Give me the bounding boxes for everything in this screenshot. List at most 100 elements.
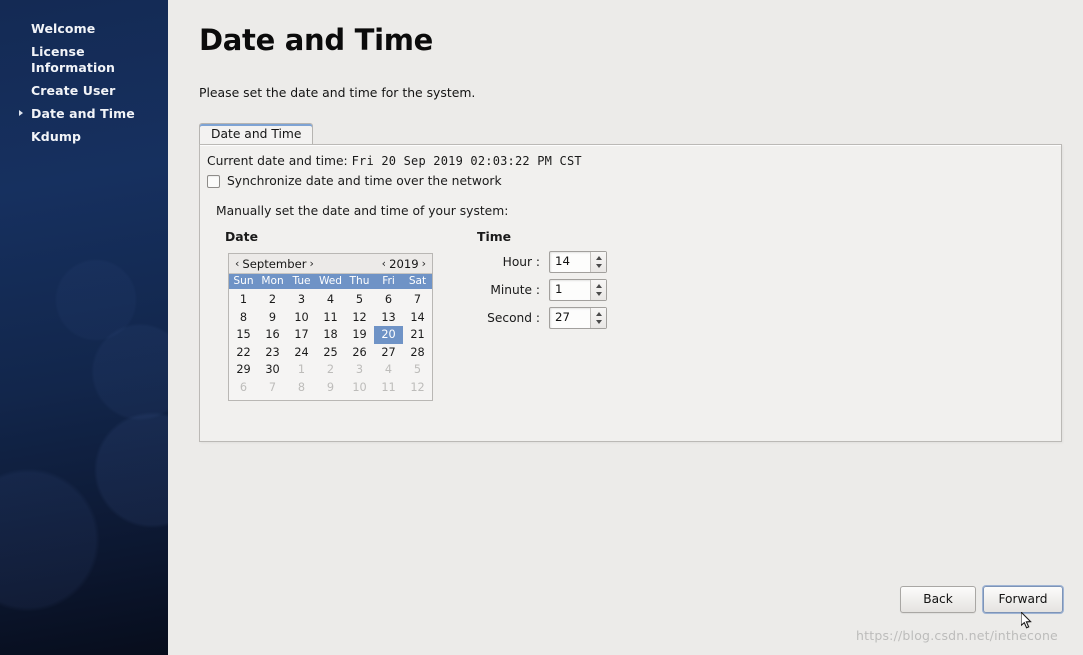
sidebar-item-label: Welcome: [31, 21, 96, 36]
calendar-day[interactable]: 22: [229, 344, 258, 362]
calendar-day[interactable]: 1: [287, 361, 316, 379]
sidebar-item-license-information[interactable]: License Information: [0, 43, 168, 77]
tab-date-and-time[interactable]: Date and Time: [199, 123, 314, 145]
calendar-day[interactable]: 9: [258, 309, 287, 327]
time-spinner-value[interactable]: 14: [550, 252, 590, 272]
calendar-day-selected[interactable]: 20: [374, 326, 403, 344]
calendar-day[interactable]: 29: [229, 361, 258, 379]
calendar-day[interactable]: 4: [316, 291, 345, 309]
current-date-time-label: Current date and time:: [207, 154, 348, 168]
tab-strip: Date and Time: [199, 123, 1062, 145]
calendar-day[interactable]: 28: [403, 344, 432, 362]
calendar-day[interactable]: 8: [229, 309, 258, 327]
main-content: Date and Time Please set the date and ti…: [170, 0, 1083, 655]
calendar-day[interactable]: 6: [374, 291, 403, 309]
time-spinner-value[interactable]: 27: [550, 308, 590, 328]
calendar-weekday: Sun: [233, 275, 254, 287]
calendar-day[interactable]: 11: [316, 309, 345, 327]
calendar-day[interactable]: 3: [345, 361, 374, 379]
time-spinner-value[interactable]: 1: [550, 280, 590, 300]
calendar-day[interactable]: 17: [287, 326, 316, 344]
date-time-panel: Current date and time: Fri 20 Sep 2019 0…: [199, 144, 1062, 442]
sidebar-item-kdump[interactable]: Kdump: [0, 128, 168, 146]
sync-network-label: Synchronize date and time over the netwo…: [227, 174, 502, 188]
calendar-day[interactable]: 10: [345, 379, 374, 397]
calendar-month-nav: ‹ September ›: [233, 257, 316, 271]
calendar-day[interactable]: 5: [403, 361, 432, 379]
chevron-up-icon[interactable]: [595, 312, 602, 316]
time-spinner-buttons[interactable]: [590, 308, 606, 328]
chevron-down-icon[interactable]: [595, 292, 602, 296]
next-month-icon[interactable]: ›: [308, 257, 316, 270]
prev-month-icon[interactable]: ‹: [233, 257, 241, 270]
current-date-time-value: Fri 20 Sep 2019 02:03:22 PM CST: [351, 154, 582, 168]
calendar-day[interactable]: 15: [229, 326, 258, 344]
calendar-day[interactable]: 13: [374, 309, 403, 327]
calendar-day[interactable]: 25: [316, 344, 345, 362]
calendar-day[interactable]: 11: [374, 379, 403, 397]
watermark-text: https://blog.csdn.net/inthecone: [856, 628, 1058, 643]
time-field-label: Minute :: [490, 283, 540, 297]
time-fields: Hour : 14 Minute : 1 Second : 27: [477, 251, 607, 335]
sidebar-item-label: Kdump: [31, 129, 82, 144]
sidebar-item-welcome[interactable]: Welcome: [0, 20, 168, 38]
chevron-up-icon[interactable]: [595, 256, 602, 260]
back-button[interactable]: Back: [900, 586, 976, 613]
calendar-day[interactable]: 27: [374, 344, 403, 362]
calendar-weekday: Thu: [349, 275, 370, 287]
calendar-day[interactable]: 2: [316, 361, 345, 379]
next-year-icon[interactable]: ›: [420, 257, 428, 270]
calendar-year-nav: ‹ 2019 ›: [380, 257, 428, 271]
calendar-day[interactable]: 12: [403, 379, 432, 397]
calendar-day[interactable]: 14: [403, 309, 432, 327]
calendar-day[interactable]: 7: [258, 379, 287, 397]
calendar-day[interactable]: 30: [258, 361, 287, 379]
calendar-day[interactable]: 4: [374, 361, 403, 379]
calendar-day[interactable]: 16: [258, 326, 287, 344]
calendar-widget[interactable]: ‹ September › ‹ 2019 › Sun Mon Tue Wed Thu Fr…: [228, 253, 433, 401]
time-spinner-buttons[interactable]: [590, 280, 606, 300]
calendar-day[interactable]: 6: [229, 379, 258, 397]
sidebar-item-date-and-time[interactable]: Date and Time: [0, 105, 168, 123]
calendar-month-label: September: [242, 256, 307, 271]
time-field-label: Hour :: [502, 255, 540, 269]
time-field-row: Minute : 1: [477, 279, 607, 301]
calendar-day[interactable]: 10: [287, 309, 316, 327]
calendar-day[interactable]: 7: [403, 291, 432, 309]
sync-network-row[interactable]: Synchronize date and time over the netwo…: [207, 174, 502, 188]
chevron-down-icon[interactable]: [595, 320, 602, 324]
calendar-day[interactable]: 26: [345, 344, 374, 362]
sidebar-item-create-user[interactable]: Create User: [0, 82, 168, 100]
calendar-day[interactable]: 21: [403, 326, 432, 344]
sidebar-nav-list: Welcome License Information Create User …: [0, 20, 168, 151]
calendar-day[interactable]: 19: [345, 326, 374, 344]
time-field-label: Second :: [487, 311, 540, 325]
date-section-heading: Date: [225, 229, 258, 244]
time-spinner-buttons[interactable]: [590, 252, 606, 272]
sync-network-checkbox[interactable]: [207, 174, 220, 188]
sidebar-item-label: Date and Time: [31, 106, 135, 121]
prev-year-icon[interactable]: ‹: [380, 257, 388, 270]
calendar-day[interactable]: 12: [345, 309, 374, 327]
calendar-weekday: Wed: [318, 275, 343, 287]
calendar-day[interactable]: 2: [258, 291, 287, 309]
calendar-weekday: Fri: [382, 275, 395, 287]
forward-button[interactable]: Forward: [983, 586, 1063, 613]
calendar-day[interactable]: 9: [316, 379, 345, 397]
calendar-day-grid[interactable]: 1 2 3 4 5 6 7 8 9 10 11 12 13 14 15 16 17 18 19 20 21 22 23 24 2…: [229, 289, 432, 400]
calendar-header: ‹ September › ‹ 2019 ›: [229, 254, 432, 274]
time-field-row: Second : 27: [477, 307, 607, 329]
calendar-day[interactable]: 23: [258, 344, 287, 362]
time-spinner[interactable]: 14: [549, 251, 607, 273]
chevron-down-icon[interactable]: [595, 264, 602, 268]
time-spinner[interactable]: 27: [549, 307, 607, 329]
calendar-day[interactable]: 1: [229, 291, 258, 309]
calendar-day[interactable]: 8: [287, 379, 316, 397]
chevron-up-icon[interactable]: [595, 284, 602, 288]
current-date-time-row: Current date and time: Fri 20 Sep 2019 0…: [207, 154, 582, 168]
calendar-day[interactable]: 24: [287, 344, 316, 362]
time-spinner[interactable]: 1: [549, 279, 607, 301]
calendar-day[interactable]: 3: [287, 291, 316, 309]
calendar-day[interactable]: 5: [345, 291, 374, 309]
calendar-day[interactable]: 18: [316, 326, 345, 344]
